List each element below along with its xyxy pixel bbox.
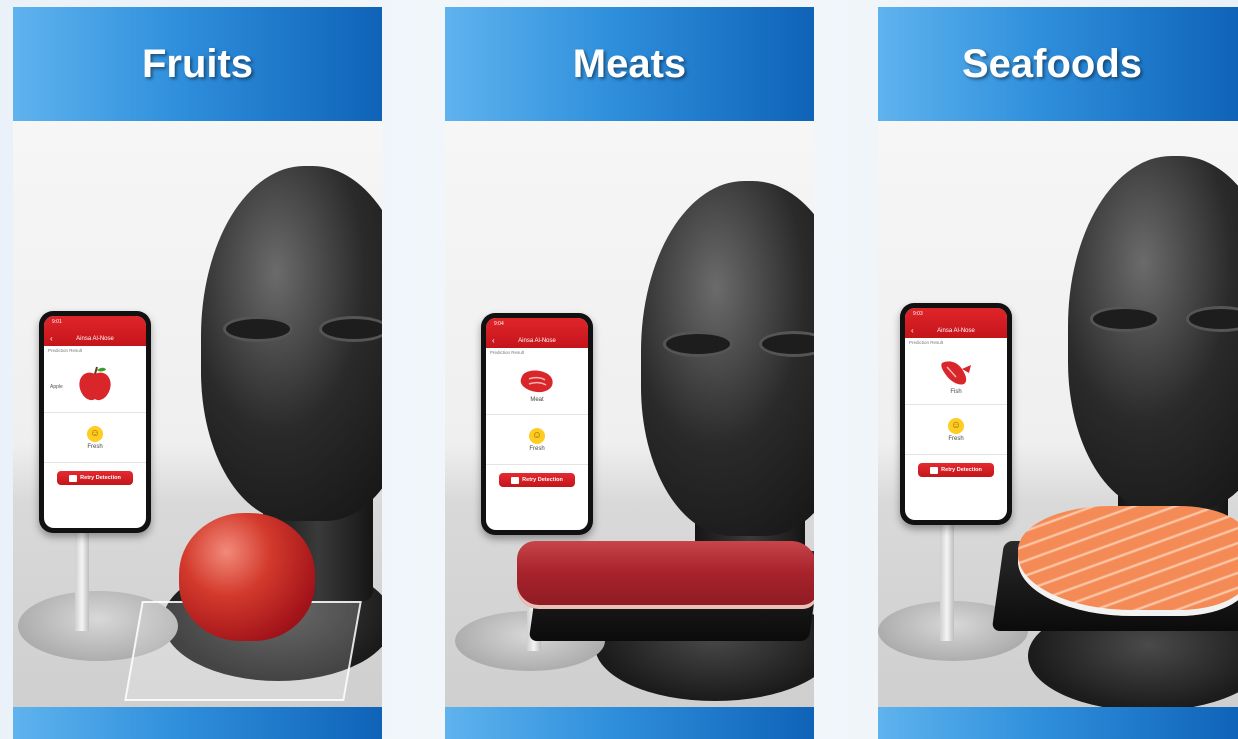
smiley-icon: ☺ — [529, 427, 545, 444]
retry-icon — [930, 466, 939, 474]
prediction-heading: Prediction Result — [48, 348, 83, 353]
back-icon[interactable]: ‹ — [492, 336, 495, 345]
retry-detection-button[interactable]: Retry Detection — [918, 463, 994, 477]
robot-head — [201, 166, 382, 521]
retry-button-label: Retry Detection — [941, 467, 982, 473]
panel-seafoods: Seafoods 9:03 ‹ Ainsa Al-Nose Prediction… — [878, 7, 1238, 739]
product-photo: 9:03 ‹ Ainsa Al-Nose Prediction Result F… — [878, 121, 1238, 707]
panel-header: Fruits — [13, 7, 382, 121]
prediction-item: Meat — [486, 357, 588, 415]
status-time: 9:03 — [913, 311, 923, 317]
freshness-result: ☺ Fresh — [44, 413, 146, 463]
app-bar: 9:04 ‹ Ainsa Al-Nose — [486, 318, 588, 348]
robot-head — [1068, 156, 1238, 511]
product-photo: 9:04 ‹ Ainsa Al-Nose Prediction Result M… — [445, 121, 814, 707]
phone-stand-pole — [940, 521, 954, 641]
steak-icon — [520, 370, 553, 392]
item-label: Apple — [50, 383, 63, 390]
app-title: Ainsa Al-Nose — [518, 338, 556, 344]
retry-button-label: Retry Detection — [80, 475, 121, 481]
app-title: Ainsa Al-Nose — [76, 336, 114, 342]
prediction-item: Fish — [905, 347, 1007, 405]
panel-title: Seafoods — [961, 41, 1143, 86]
retry-detection-button[interactable]: Retry Detection — [57, 471, 133, 485]
panel-fruits: Fruits 9:01 ‹ Ainsa Al-Nose Prediction R… — [13, 7, 382, 739]
robot-eye — [663, 331, 733, 357]
salmon-fillet — [1018, 506, 1238, 616]
app-title: Ainsa Al-Nose — [937, 328, 975, 334]
robot-head — [641, 181, 814, 536]
smiley-icon: ☺ — [948, 417, 964, 434]
phone-screen: 9:01 ‹ Ainsa Al-Nose Prediction Result A… — [44, 316, 146, 528]
panel-header: Meats — [445, 7, 814, 121]
phone-screen: 9:04 ‹ Ainsa Al-Nose Prediction Result M… — [486, 318, 588, 530]
robot-eye — [223, 316, 293, 342]
freshness-label: Fresh — [529, 445, 545, 452]
freshness-label: Fresh — [87, 443, 103, 450]
robot-eye — [1090, 306, 1160, 332]
retry-icon — [69, 474, 78, 482]
item-caption: Meat — [530, 396, 544, 403]
panel-footer — [13, 707, 382, 739]
panel-header: Seafoods — [878, 7, 1238, 121]
app-bar: 9:01 ‹ Ainsa Al-Nose — [44, 316, 146, 346]
steak — [517, 541, 814, 609]
robot-eye — [759, 331, 814, 357]
freshness-result: ☺ Fresh — [486, 415, 588, 465]
apple — [179, 513, 315, 641]
item-caption: Fish — [950, 388, 962, 395]
panel-footer — [445, 707, 814, 739]
phone-stand-pole — [75, 521, 89, 631]
freshness-result: ☺ Fresh — [905, 405, 1007, 455]
robot-eye — [1186, 306, 1238, 332]
status-time: 9:01 — [52, 319, 62, 325]
robot-eye — [319, 316, 382, 342]
smartphone: 9:04 ‹ Ainsa Al-Nose Prediction Result M… — [481, 313, 593, 535]
back-icon[interactable]: ‹ — [50, 334, 53, 343]
app-bar: 9:03 ‹ Ainsa Al-Nose — [905, 308, 1007, 338]
retry-detection-button[interactable]: Retry Detection — [499, 473, 575, 487]
prediction-item: Apple — [44, 355, 146, 413]
prediction-heading: Prediction Result — [909, 340, 944, 345]
phone-screen: 9:03 ‹ Ainsa Al-Nose Prediction Result F… — [905, 308, 1007, 520]
smiley-icon: ☺ — [87, 425, 103, 442]
freshness-label: Fresh — [948, 435, 964, 442]
status-time: 9:04 — [494, 321, 504, 327]
apple-icon — [79, 366, 111, 400]
smartphone: 9:01 ‹ Ainsa Al-Nose Prediction Result A… — [39, 311, 151, 533]
panel-meats: Meats 9:04 ‹ Ainsa Al-Nose Prediction Re… — [445, 7, 814, 739]
prediction-heading: Prediction Result — [490, 350, 525, 355]
retry-button-label: Retry Detection — [522, 477, 563, 483]
panel-title: Fruits — [141, 41, 254, 86]
retry-icon — [511, 476, 520, 484]
smartphone: 9:03 ‹ Ainsa Al-Nose Prediction Result F… — [900, 303, 1012, 525]
fish-icon — [941, 360, 971, 384]
panel-footer — [878, 707, 1238, 739]
back-icon[interactable]: ‹ — [911, 326, 914, 335]
panel-title: Meats — [572, 41, 687, 86]
product-photo: 9:01 ‹ Ainsa Al-Nose Prediction Result A… — [13, 121, 382, 707]
